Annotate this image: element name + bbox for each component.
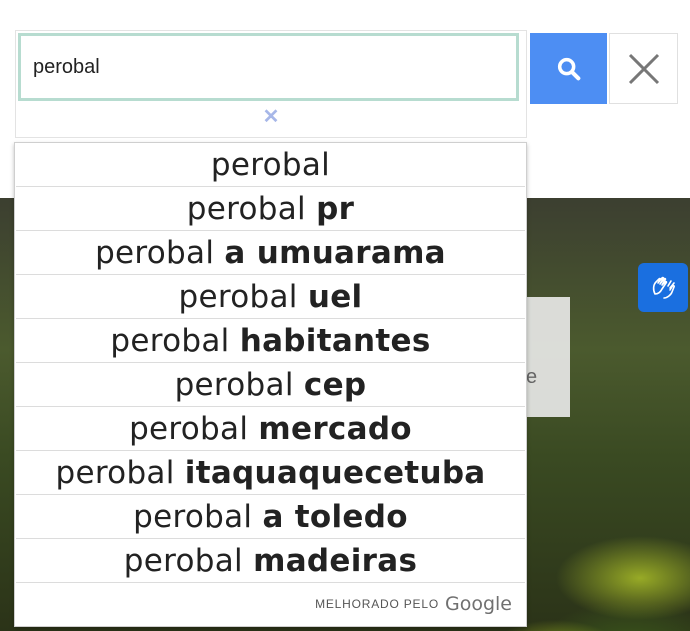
close-icon [628, 53, 659, 84]
suggestion-query: perobal [55, 454, 185, 491]
suggestion-completion: pr [316, 190, 355, 227]
google-logo: Google [444, 593, 512, 615]
clear-input-icon[interactable]: ✕ [261, 106, 281, 128]
suggestion-item[interactable]: perobal uel [16, 275, 525, 319]
background-card-text: e [526, 366, 538, 388]
suggestion-query: perobal [123, 542, 254, 579]
accessibility-button[interactable] [638, 263, 688, 312]
suggestion-completion: uel [307, 278, 363, 315]
suggestion-item[interactable]: perobal madeiras [16, 539, 525, 583]
suggestion-completion: a umuarama [224, 234, 446, 271]
suggestion-item[interactable]: perobal mercado [16, 407, 525, 451]
powered-by-google: MELHORADO PELO Google [315, 593, 512, 615]
sign-language-icon [652, 276, 675, 299]
suggestion-item[interactable]: perobal habitantes [16, 319, 525, 363]
autocomplete-dropdown: perobal perobal pr perobal a umuarama perob… [14, 142, 527, 627]
suggestion-completion: mercado [258, 410, 412, 447]
suggestion-item[interactable]: perobal itaquaquecetuba [16, 451, 525, 495]
search-icon [557, 57, 580, 80]
close-button[interactable] [609, 33, 678, 104]
background-card [520, 297, 570, 417]
suggestion-query: perobal [95, 234, 225, 271]
suggestion-query: perobal [129, 410, 259, 447]
suggestion-completion: habitantes [239, 322, 431, 359]
suggestion-query: perobal [110, 322, 240, 359]
suggestion-query: perobal [210, 146, 331, 183]
search-button[interactable] [530, 33, 607, 104]
suggestion-completion: a toledo [262, 498, 408, 535]
suggestion-item[interactable]: perobal cep [16, 363, 525, 407]
suggestion-item[interactable]: perobal [16, 143, 525, 187]
suggestion-query: perobal [186, 190, 317, 227]
suggestion-completion: cep [303, 366, 367, 403]
suggestion-query: perobal [174, 366, 304, 403]
powered-by-label: MELHORADO PELO [315, 597, 439, 611]
suggestion-query: perobal [133, 498, 263, 535]
suggestion-item[interactable]: perobal a umuarama [16, 231, 525, 275]
suggestion-item[interactable]: perobal a toledo [16, 495, 525, 539]
suggestion-item[interactable]: perobal pr [16, 187, 525, 231]
suggestion-query: perobal [178, 278, 308, 315]
suggestion-completion: itaquaquecetuba [184, 454, 486, 491]
suggestion-completion: madeiras [253, 542, 418, 579]
suggestion-list: perobal perobal pr perobal a umuarama perob… [15, 143, 526, 583]
search-input[interactable] [18, 33, 519, 101]
